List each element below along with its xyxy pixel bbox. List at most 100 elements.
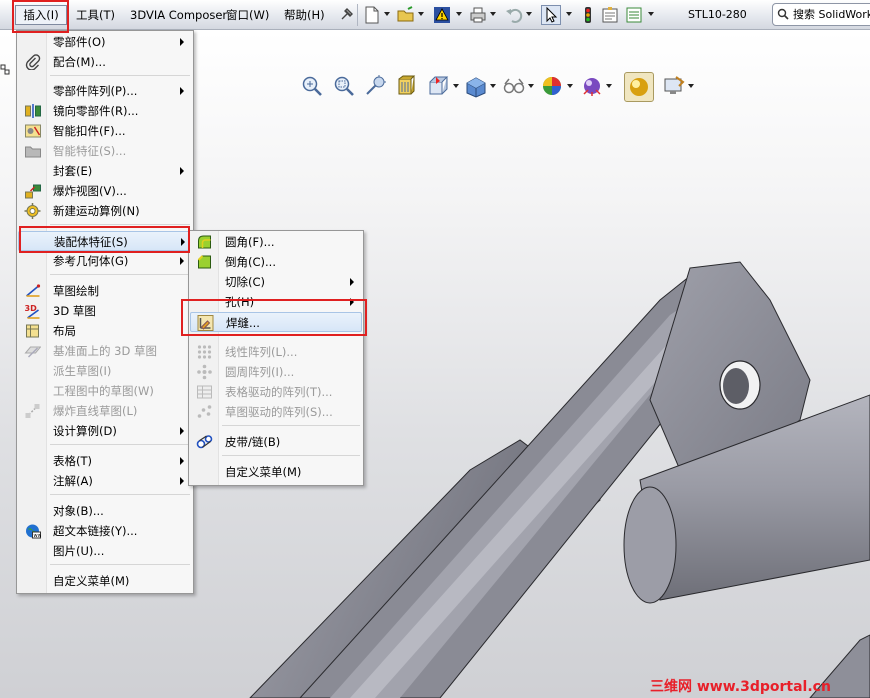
chevron-down-icon[interactable]	[528, 84, 534, 88]
menu-item: 工程图中的草图(W)	[18, 381, 192, 401]
chevron-down-icon[interactable]	[526, 12, 532, 16]
toolbar-separator	[357, 4, 358, 26]
menu-item: 表格驱动的阵列(T)...	[190, 382, 362, 402]
submenu-arrow-icon	[180, 87, 184, 95]
view-settings-icon[interactable]	[662, 74, 686, 98]
edit-appearance-icon[interactable]	[540, 74, 564, 98]
menu-item[interactable]: 注解(A)	[18, 471, 192, 491]
menu-item[interactable]: 零部件阵列(P)...	[18, 81, 192, 101]
menu-3dvia-composer[interactable]: 3DVIA Composer	[126, 6, 231, 24]
menu-item[interactable]: 布局	[18, 321, 192, 341]
undo-icon[interactable]	[504, 5, 524, 25]
circular-pattern-icon	[197, 364, 212, 380]
linear-pattern-icon	[197, 345, 212, 359]
menu-item[interactable]: 自定义菜单(M)	[190, 462, 362, 482]
document-title: STL10-280	[688, 8, 747, 21]
display-style-icon[interactable]	[464, 74, 488, 98]
menu-item[interactable]: 孔(H)	[190, 292, 362, 312]
menu-item-label: 派生草图(I)	[53, 364, 112, 378]
hide-show-items-icon[interactable]	[502, 74, 526, 98]
menu-item-label: 设计算例(D)	[53, 424, 117, 438]
explode-icon	[25, 184, 41, 199]
pin-icon[interactable]	[336, 5, 356, 25]
file-properties-icon[interactable]	[600, 5, 620, 25]
menu-item[interactable]: 表格(T)	[18, 451, 192, 471]
menu-item[interactable]: 切除(C)	[190, 272, 362, 292]
zoom-to-area-icon[interactable]	[332, 74, 356, 98]
menu-item[interactable]: 零部件(O)	[18, 32, 192, 52]
menu-item[interactable]: 配合(M)...	[18, 52, 192, 72]
insert-menu: 零部件(O) 配合(M)... 零部件阵列(P)... 镜向零部件(R)... 智能扣件…	[16, 30, 194, 594]
menu-item[interactable]: 圆角(F)...	[190, 232, 362, 252]
menu-tools[interactable]: 工具(T)	[72, 6, 119, 24]
chevron-down-icon[interactable]	[688, 84, 694, 88]
menu-item[interactable]: 草图绘制	[18, 281, 192, 301]
print-icon[interactable]	[468, 5, 488, 25]
menu-item[interactable]: 封套(E)	[18, 161, 192, 181]
rebuild-traffic-light-icon[interactable]	[578, 5, 598, 25]
open-folder-icon[interactable]	[396, 5, 416, 25]
chevron-down-icon[interactable]	[490, 12, 496, 16]
search-input[interactable]: 搜索 SolidWorks	[772, 3, 870, 26]
menu-item[interactable]: 新建运动算例(N)	[18, 201, 192, 221]
menu-item-label: 对象(B)...	[53, 504, 104, 518]
menu-item[interactable]: 3D 3D 草图	[18, 301, 192, 321]
menu-item[interactable]: 倒角(C)...	[190, 252, 362, 272]
chevron-down-icon[interactable]	[567, 84, 573, 88]
menu-item-label: 表格驱动的阵列(T)...	[225, 385, 333, 399]
menu-window[interactable]: 窗口(W)	[222, 6, 273, 24]
chevron-down-icon[interactable]	[566, 12, 572, 16]
new-document-icon[interactable]	[362, 5, 382, 25]
submenu-arrow-icon	[180, 477, 184, 485]
submenu-arrow-icon	[180, 257, 184, 265]
menu-separator	[50, 75, 190, 76]
sketch-pattern-icon	[197, 405, 212, 418]
menu-item-label: 爆炸视图(V)...	[53, 184, 127, 198]
menu-separator	[222, 335, 360, 336]
chevron-down-icon[interactable]	[453, 84, 459, 88]
chevron-down-icon[interactable]	[606, 84, 612, 88]
motion-icon	[24, 203, 41, 219]
sketch-icon	[25, 284, 41, 297]
menu-item[interactable]: 镜向零部件(R)...	[18, 101, 192, 121]
menu-separator	[222, 455, 360, 456]
select-cursor-icon[interactable]	[541, 5, 561, 25]
options-icon[interactable]	[624, 5, 644, 25]
menu-item[interactable]: 爆炸视图(V)...	[18, 181, 192, 201]
svg-text:www: www	[34, 533, 42, 539]
menu-item[interactable]: 自定义菜单(M)	[18, 571, 192, 591]
menu-item[interactable]: 装配体特征(S)	[18, 231, 192, 251]
chevron-down-icon[interactable]	[456, 12, 462, 16]
menu-item[interactable]: 皮带/链(B)	[190, 432, 362, 452]
menu-item[interactable]: 图片(U)...	[18, 541, 192, 561]
menu-item-label: 镜向零部件(R)...	[53, 104, 139, 118]
chevron-down-icon[interactable]	[418, 12, 424, 16]
menu-item[interactable]: 参考几何体(G)	[18, 251, 192, 271]
globe-icon: www	[26, 524, 42, 539]
save-warning-icon[interactable]	[432, 5, 452, 25]
menu-item[interactable]: 智能扣件(F)...	[18, 121, 192, 141]
menu-item[interactable]: 焊缝...	[190, 312, 362, 332]
view-orientation-icon[interactable]	[426, 74, 450, 98]
menu-item[interactable]: www 超文本链接(Y)...	[18, 521, 192, 541]
chevron-down-icon[interactable]	[490, 84, 496, 88]
menu-item-label: 线性阵列(L)...	[225, 345, 298, 359]
menu-item-label: 注解(A)	[53, 474, 93, 488]
menu-item-label: 智能特征(S)...	[53, 144, 127, 158]
realview-graphics-button[interactable]	[624, 72, 654, 102]
realview-sphere-icon	[630, 78, 648, 96]
menu-item: 圆周阵列(I)...	[190, 362, 362, 382]
apply-scene-icon[interactable]	[580, 74, 604, 98]
feature-tree-edge[interactable]	[0, 64, 10, 78]
menu-item-label: 封套(E)	[53, 164, 93, 178]
chevron-down-icon[interactable]	[648, 12, 654, 16]
menu-item: 基准面上的 3D 草图	[18, 341, 192, 361]
section-view-icon[interactable]	[394, 74, 418, 98]
previous-view-icon[interactable]	[364, 74, 388, 98]
menu-help[interactable]: 帮助(H)	[280, 6, 329, 24]
zoom-to-fit-icon[interactable]	[300, 74, 324, 98]
menu-insert[interactable]: 插入(I)	[15, 5, 67, 25]
menu-item[interactable]: 对象(B)...	[18, 501, 192, 521]
chevron-down-icon[interactable]	[384, 12, 390, 16]
menu-item[interactable]: 设计算例(D)	[18, 421, 192, 441]
